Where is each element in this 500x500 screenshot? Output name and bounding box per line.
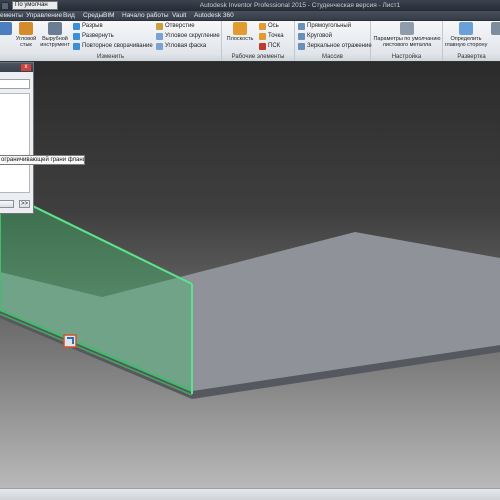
status-bar <box>0 488 500 500</box>
title-bar: По умолчан Autodesk Inventor Professiona… <box>0 0 500 11</box>
ribbon-tab-row: ементы Управление Вид Среды BIM Начало р… <box>0 11 500 21</box>
sheet-metal-defaults-button[interactable]: Параметры по умолчанию листового металла <box>371 22 443 48</box>
axis-button[interactable]: Ось <box>259 22 279 31</box>
punch-tool-icon <box>48 22 62 35</box>
tab-autodesk-360[interactable]: Autodesk 360 <box>194 11 234 21</box>
define-a-side-button[interactable]: Определить главную сторону <box>443 22 489 48</box>
graphics-viewport[interactable] <box>0 62 500 488</box>
tab-elements[interactable]: ементы <box>0 11 23 21</box>
ucs-button[interactable]: ПСК <box>259 42 280 51</box>
corner-round-label: Угловое скругление <box>165 33 220 39</box>
corner-chamfer-label: Угловая фаска <box>165 43 207 49</box>
axis-icon <box>259 23 266 30</box>
define-a-side-icon <box>459 22 473 35</box>
flat-pattern-icon <box>491 22 500 35</box>
mirror-button[interactable]: Зеркальное отражение <box>298 42 372 51</box>
pattern-panel: Прямоугольный Круговой Зеркальное отраже… <box>295 21 372 61</box>
define-a-side-label: Определить главную сторону <box>444 36 488 48</box>
tab-environments[interactable]: Среды <box>83 11 103 21</box>
setup-panel: Параметры по умолчанию листового металла… <box>371 21 443 61</box>
tab-manage[interactable]: Управление <box>26 11 62 21</box>
mirror-label: Зеркальное отражение <box>307 43 372 49</box>
corner-chamfer-button[interactable]: Угловая фаска <box>156 42 206 51</box>
unfold-button[interactable]: Развернуть <box>73 32 114 41</box>
tab-view[interactable]: Вид <box>63 11 75 21</box>
point-icon <box>259 33 266 40</box>
tab-bim[interactable]: BIM <box>103 11 115 21</box>
corner-seam-label: Угловой стык <box>15 36 37 48</box>
rip-button[interactable]: Разрыв <box>73 22 103 31</box>
ucs-label: ПСК <box>268 43 281 49</box>
tab-vault[interactable]: Vault <box>172 11 186 21</box>
punch-tool-button[interactable]: Вырубной инструмент <box>40 22 70 48</box>
hole-icon <box>156 23 163 30</box>
circular-pattern-icon <box>298 33 305 40</box>
flat-pattern-panel: Определить главную сторону Развертка <box>443 21 500 61</box>
plane-button[interactable]: Плоскость <box>225 22 255 42</box>
dialog-ok-button[interactable] <box>0 200 14 208</box>
ucs-icon <box>259 43 266 50</box>
corner-seam-2-icon <box>19 22 33 35</box>
point-label: Точка <box>268 33 284 39</box>
model-scene[interactable] <box>0 62 500 488</box>
work-features-panel: Плоскость Ось Точка ПСК Рабочие элементы <box>222 21 295 61</box>
plane-icon <box>233 22 247 35</box>
unfold-label: Развернуть <box>82 33 114 39</box>
tab-get-started[interactable]: Начало работы <box>122 11 169 21</box>
flange-dialog: x >> <box>0 62 34 214</box>
corner-round-icon <box>156 33 163 40</box>
rectangular-pattern-button[interactable]: Прямоугольный <box>298 22 351 31</box>
refold-icon <box>73 43 80 50</box>
modify-panel-title[interactable]: Изменить <box>0 53 221 61</box>
refold-button[interactable]: Повторное сворачивание <box>73 42 153 51</box>
flange-preview[interactable] <box>0 188 193 393</box>
hole-label: Отверстие <box>165 23 195 29</box>
flange-drag-handle[interactable] <box>63 334 77 348</box>
dialog-close-button[interactable]: x <box>21 64 31 71</box>
flat-pattern-panel-title: Развертка <box>443 53 500 61</box>
style-combo[interactable]: По умолчан <box>12 1 58 10</box>
corner-seam-icon <box>0 22 12 35</box>
mirror-icon <box>298 43 305 50</box>
circular-pattern-label: Круговой <box>307 33 332 39</box>
sheet-metal-defaults-label: Параметры по умолчанию листового металла <box>373 36 441 48</box>
punch-tool-label: Вырубной инструмент <box>40 36 70 48</box>
modify-panel: Угловой стык Вырубной инструмент Разрыв … <box>0 21 222 61</box>
flat-pattern-button[interactable] <box>491 22 500 36</box>
quick-access-toolbar <box>0 0 9 11</box>
plane-label: Плоскость <box>226 36 254 42</box>
corner-chamfer-icon <box>156 43 163 50</box>
tooltip: ограничивающей грани фланца <box>0 155 85 165</box>
corner-seam-2-button[interactable]: Угловой стык <box>14 22 38 48</box>
point-button[interactable]: Точка <box>259 32 284 41</box>
rectangular-pattern-label: Прямоугольный <box>307 23 352 29</box>
rectangular-pattern-icon <box>298 23 305 30</box>
dialog-more-button[interactable]: >> <box>19 200 30 208</box>
rip-icon <box>73 23 80 30</box>
unfold-icon <box>73 33 80 40</box>
circular-pattern-button[interactable]: Круговой <box>298 32 332 41</box>
qat-icon[interactable] <box>1 1 9 10</box>
work-features-panel-title: Рабочие элементы <box>222 53 294 61</box>
axis-label: Ось <box>268 23 279 29</box>
dialog-input-field[interactable] <box>0 79 30 89</box>
refold-label: Повторное сворачивание <box>82 43 153 49</box>
dialog-options-area <box>0 93 30 193</box>
pattern-panel-title: Массив <box>295 53 370 61</box>
setup-panel-title[interactable]: Настройка <box>371 53 442 61</box>
app-title: Autodesk Inventor Professional 2015 - Ст… <box>199 2 401 9</box>
ribbon: Угловой стык Вырубной инструмент Разрыв … <box>0 21 500 61</box>
hole-button[interactable]: Отверстие <box>156 22 195 31</box>
sheet-metal-defaults-icon <box>400 22 414 35</box>
corner-round-button[interactable]: Угловое скругление <box>156 32 220 41</box>
rip-label: Разрыв <box>82 23 103 29</box>
